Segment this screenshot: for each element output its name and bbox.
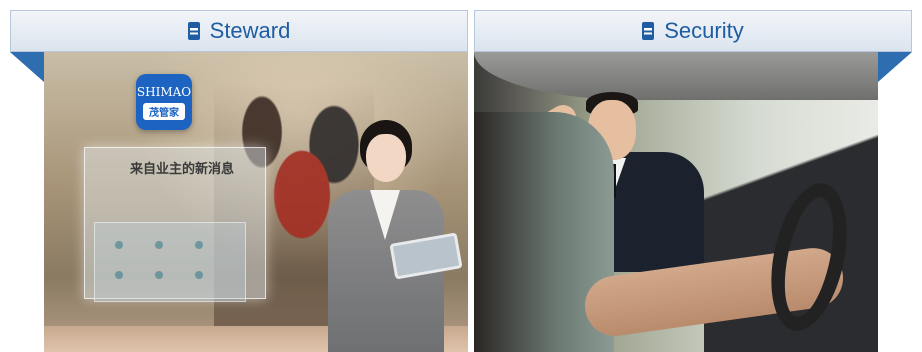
steward-title: Steward xyxy=(209,18,291,43)
shimao-app-icon: SHIMAO 茂管家 xyxy=(136,74,192,130)
new-message-text: 来自业主的新消息 xyxy=(130,162,235,177)
app-name-text: 茂管家 xyxy=(143,102,185,120)
steward-person xyxy=(314,120,463,352)
steward-panel: Steward SHIMAO 茂管家 来自业主的新消息 xyxy=(10,10,468,352)
steward-header: Steward xyxy=(10,10,468,52)
app-brand-text: SHIMAO xyxy=(136,84,192,99)
security-panel: Security xyxy=(474,10,912,352)
steward-face xyxy=(366,134,406,182)
book-icon xyxy=(642,22,655,40)
book-icon xyxy=(187,22,200,40)
glass-grid-panel xyxy=(94,222,246,302)
security-photo xyxy=(474,52,878,352)
security-title: Security xyxy=(664,18,744,43)
security-header: Security xyxy=(474,10,912,52)
steward-photo: SHIMAO 茂管家 来自业主的新消息 xyxy=(44,52,468,352)
